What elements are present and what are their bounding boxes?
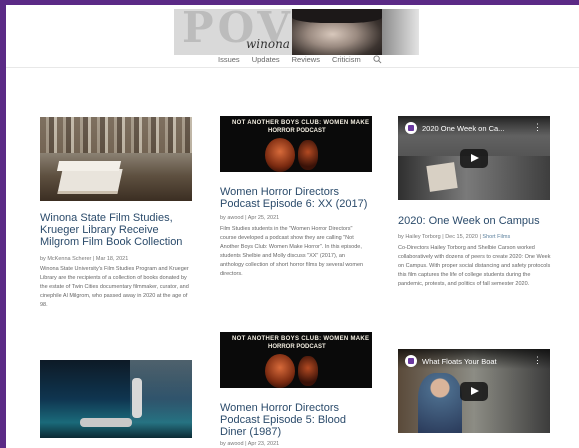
channel-logo-icon[interactable]	[405, 122, 417, 134]
podcast-thumb-line2: HORROR PODCAST	[268, 128, 326, 134]
play-button-icon[interactable]	[460, 382, 488, 401]
post-meta: by awood | Apr 25, 2021	[220, 215, 280, 221]
bookshelf-shape	[40, 117, 192, 153]
podcast-figure-shape	[265, 138, 295, 172]
podcast-thumb-line1: NOT ANOTHER BOYS CLUB: WOMEN MAKE	[232, 120, 370, 126]
post-thumbnail-podcast[interactable]: NOT ANOTHER BOYS CLUB: WOMEN MAKE HORROR…	[220, 116, 372, 172]
video-title[interactable]: 2020 One Week on Ca...	[422, 124, 504, 133]
logo-gradient	[382, 9, 419, 55]
nav-item-updates[interactable]: Updates	[252, 55, 280, 66]
post-date: Apr 25, 2021	[247, 215, 280, 221]
post-meta: by McKenna Scherer | Mar 18, 2021	[40, 256, 129, 262]
logo-subtext: winona	[246, 37, 290, 51]
post-thumbnail-podcast[interactable]: NOT ANOTHER BOYS CLUB: WOMEN MAKE HORROR…	[220, 332, 372, 388]
post-thumbnail-books[interactable]	[40, 117, 192, 201]
main-nav: Issues Updates Reviews Criticism	[218, 55, 382, 66]
post-excerpt: Film Studies students in the "Women Horr…	[220, 226, 364, 277]
post-meta: by Hailey Torborg | Dec 15, 2020 | Short…	[398, 234, 511, 240]
book-top-shape	[56, 161, 122, 171]
post-video-embed[interactable]: 2020 One Week on Ca... ⋮	[398, 116, 550, 200]
video-person-shape	[418, 373, 462, 433]
post-date: Apr 23, 2021	[247, 441, 280, 447]
more-options-icon[interactable]: ⋮	[533, 355, 542, 366]
post-category[interactable]: Short Films	[482, 234, 510, 240]
post-title[interactable]: 2020: One Week on Campus	[398, 215, 558, 227]
post-author[interactable]: by awood	[220, 441, 244, 447]
post-excerpt: Winona State University's Film Studies P…	[40, 266, 189, 308]
post-title[interactable]: Women Horror Directors Podcast Episode 6…	[220, 186, 372, 210]
podcast-thumb-line1: NOT ANOTHER BOYS CLUB: WOMEN MAKE	[232, 336, 370, 342]
video-sign-shape	[426, 162, 458, 192]
play-button-icon[interactable]	[460, 149, 488, 168]
more-options-icon[interactable]: ⋮	[533, 122, 542, 133]
scene-lying-figure-shape	[80, 418, 132, 427]
podcast-thumb-line2: HORROR PODCAST	[268, 344, 326, 350]
video-title[interactable]: What Floats Your Boat	[422, 357, 497, 366]
post-date: Dec 15, 2020	[445, 234, 478, 240]
nav-item-criticism[interactable]: Criticism	[332, 55, 361, 66]
scene-figure-shape	[132, 378, 142, 418]
logo-portrait-hair	[292, 9, 382, 23]
nav-item-issues[interactable]: Issues	[218, 55, 240, 66]
post-author[interactable]: by McKenna Scherer	[40, 256, 91, 262]
post-meta: by awood | Apr 23, 2021	[220, 441, 280, 447]
site-header: POV winona Issues Updates Reviews Critic…	[6, 5, 579, 68]
post-video-embed[interactable]: What Floats Your Boat ⋮	[398, 349, 550, 433]
channel-logo-icon[interactable]	[405, 355, 417, 367]
post-author[interactable]: by Hailey Torborg	[398, 234, 441, 240]
nav-item-reviews[interactable]: Reviews	[292, 55, 320, 66]
podcast-figure-shape-2	[298, 140, 318, 170]
podcast-figure-shape	[265, 354, 295, 388]
site-logo[interactable]: POV winona	[174, 9, 419, 55]
post-title[interactable]: Women Horror Directors Podcast Episode 5…	[220, 402, 372, 438]
post-thumbnail-scene[interactable]	[40, 360, 192, 438]
search-icon[interactable]	[373, 55, 382, 66]
post-excerpt: Co-Directors Hailey Torborg and Shelbie …	[398, 245, 551, 287]
post-author[interactable]: by awood	[220, 215, 244, 221]
post-date: Mar 18, 2021	[95, 256, 129, 262]
podcast-figure-shape-2	[298, 356, 318, 386]
book-stack-shape	[57, 169, 123, 194]
post-title[interactable]: Winona State Film Studies, Krueger Libra…	[40, 212, 192, 248]
